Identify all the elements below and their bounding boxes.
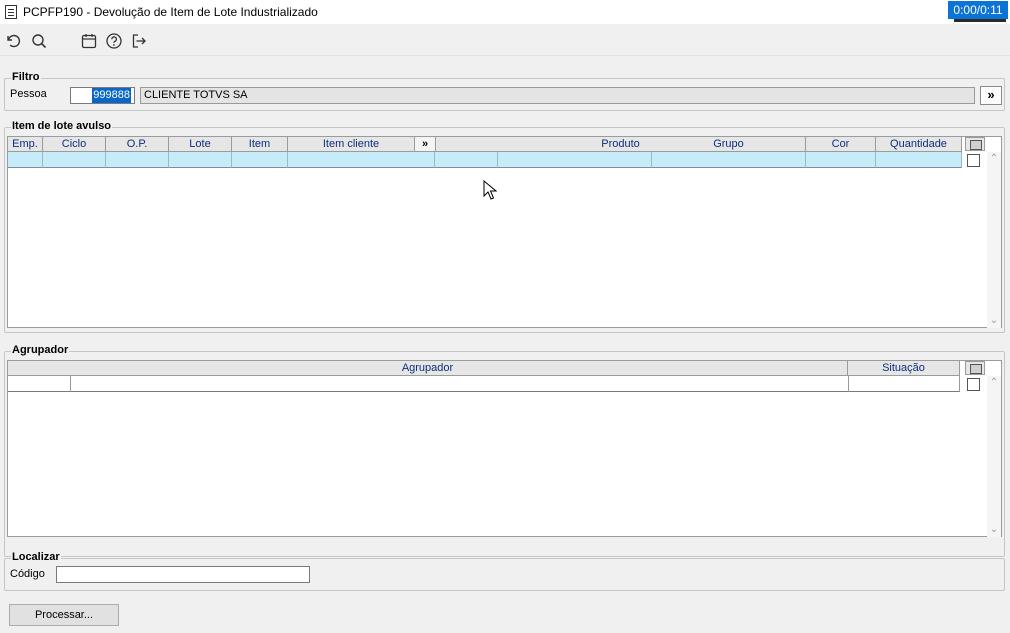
table-cell[interactable]	[849, 376, 960, 392]
table-cell[interactable]	[435, 152, 498, 168]
columns-more-button[interactable]: »	[415, 137, 436, 152]
col-header-item-cliente[interactable]: Item cliente	[288, 137, 415, 152]
title-bar: PCPFP190 - Devolução de Item de Lote Ind…	[0, 0, 1010, 24]
item-lote-legend: Item de lote avulso	[11, 120, 113, 132]
agrupador-legend: Agrupador	[11, 344, 70, 356]
col-header-quantidade[interactable]: Quantidade	[876, 137, 962, 152]
table-cell[interactable]	[8, 376, 71, 392]
window-title: PCPFP190 - Devolução de Item de Lote Ind…	[23, 5, 318, 19]
table-cell[interactable]	[288, 152, 435, 168]
item-lote-group: Item de lote avulso Emp. Ciclo O.P. Lote…	[4, 120, 1005, 333]
processar-button[interactable]: Processar...	[9, 604, 119, 626]
pessoa-more-button[interactable]: »	[980, 86, 1002, 105]
localizar-legend: Localizar	[11, 551, 61, 563]
toolbar	[0, 24, 1010, 56]
table-cell[interactable]	[232, 152, 288, 168]
col-header-grupo[interactable]: Grupo	[652, 137, 806, 152]
table-cell[interactable]	[652, 152, 806, 168]
col-header-agrupador[interactable]: Agrupador	[8, 361, 848, 376]
table-cell[interactable]	[498, 152, 652, 168]
table-cell[interactable]	[106, 152, 169, 168]
timer-progress-bar	[954, 19, 1006, 22]
pessoa-code-value: 999888	[92, 88, 131, 103]
scroll-down-icon[interactable]: ⌄	[987, 523, 1001, 537]
table-cell[interactable]	[876, 152, 962, 168]
exit-icon[interactable]	[130, 32, 148, 50]
main-content: Filtro Pessoa 999888 CLIENTE TOTVS SA » …	[0, 57, 1010, 633]
scroll-down-icon[interactable]: ⌄	[987, 314, 1001, 328]
col-header-lote[interactable]: Lote	[169, 137, 232, 152]
timer-badge: 0:00/0:11	[948, 1, 1008, 19]
calendar-icon[interactable]	[80, 32, 98, 50]
pessoa-label: Pessoa	[10, 88, 47, 100]
scroll-up-icon[interactable]: ⌃	[987, 152, 1001, 166]
help-icon[interactable]	[105, 32, 123, 50]
filtro-group: Filtro Pessoa 999888 CLIENTE TOTVS SA »	[4, 71, 1005, 111]
table-cell[interactable]	[806, 152, 876, 168]
agrupador-group: Agrupador Agrupador Situação ⌃ ⌄	[4, 344, 1005, 557]
undo-icon[interactable]	[4, 32, 22, 50]
scroll-up-icon[interactable]: ⌃	[987, 376, 1001, 390]
col-header-ciclo[interactable]: Ciclo	[43, 137, 106, 152]
select-all-header[interactable]	[965, 137, 985, 151]
mouse-cursor-icon	[483, 180, 497, 200]
col-header-op[interactable]: O.P.	[106, 137, 169, 152]
item-lote-scrollbar[interactable]: ⌃ ⌄	[987, 152, 1001, 328]
app-document-icon	[5, 5, 17, 19]
col-header-emp[interactable]: Emp.	[8, 137, 43, 152]
pessoa-name-field: CLIENTE TOTVS SA	[140, 87, 975, 104]
table-cell[interactable]	[8, 152, 43, 168]
col-header-item[interactable]: Item	[232, 137, 288, 152]
select-all-header[interactable]	[965, 361, 985, 375]
row-checkbox[interactable]	[967, 378, 980, 391]
col-header-cor[interactable]: Cor	[806, 137, 876, 152]
localizar-group: Localizar Código	[4, 551, 1005, 591]
row-checkbox[interactable]	[967, 154, 980, 167]
table-cell[interactable]	[169, 152, 232, 168]
table-cell[interactable]	[71, 376, 849, 392]
codigo-input[interactable]	[56, 566, 310, 583]
agrupador-scrollbar[interactable]: ⌃ ⌄	[987, 376, 1001, 537]
col-header-situacao[interactable]: Situação	[848, 361, 960, 376]
codigo-label: Código	[10, 568, 45, 580]
table-cell[interactable]	[43, 152, 106, 168]
filtro-legend: Filtro	[11, 71, 41, 83]
pessoa-code-input[interactable]: 999888	[70, 87, 135, 104]
search-icon[interactable]	[30, 32, 48, 50]
agrupador-grid: Agrupador Situação ⌃ ⌄	[7, 360, 1002, 537]
item-lote-grid: Emp. Ciclo O.P. Lote Item Item cliente »…	[7, 136, 1002, 328]
